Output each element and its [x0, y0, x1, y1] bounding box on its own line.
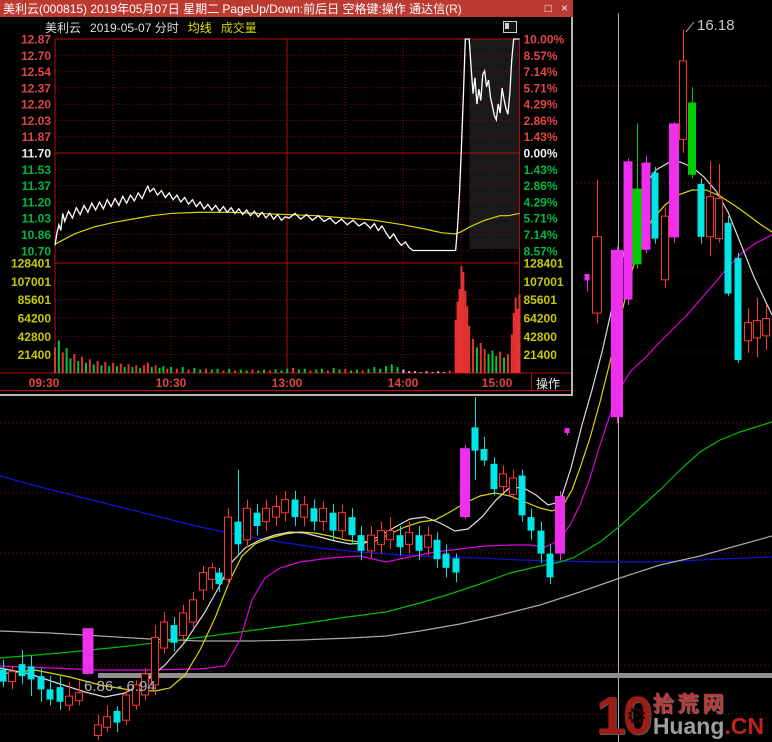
svg-text:85601: 85601 [18, 293, 52, 307]
maximize-button[interactable]: □ [545, 1, 552, 16]
svg-text:5.71%: 5.71% [524, 212, 558, 226]
svg-text:64200: 64200 [524, 312, 558, 326]
avg-line-toggle[interactable]: 均线 [188, 19, 212, 36]
gear-icon: ⚙ [625, 703, 648, 730]
svg-text:0.00%: 0.00% [524, 147, 558, 161]
svg-text:107001: 107001 [11, 275, 51, 289]
svg-text:128401: 128401 [524, 257, 564, 271]
symbol-label: 美利云 [45, 21, 82, 35]
svg-text:11.53: 11.53 [22, 163, 52, 177]
svg-text:13:00: 13:00 [272, 376, 303, 390]
restore-window-icon-fill [505, 23, 509, 29]
svg-text:12.20: 12.20 [21, 98, 51, 112]
intraday-chart[interactable]: 12.8712.7012.5412.3712.2012.0311.8711.70… [0, 0, 772, 742]
svg-text:10.00%: 10.00% [524, 33, 565, 47]
svg-text:21400: 21400 [524, 348, 558, 362]
gap-annotation: 6.86 - 6.94 [84, 678, 156, 695]
watermark-domain: Huang [652, 713, 725, 740]
svg-text:11.70: 11.70 [22, 147, 52, 161]
svg-text:8.57%: 8.57% [524, 49, 558, 63]
app-root: 6.86 - 6.94 12.87 12.70 12.54 12.37 12.20 12.… [0, 0, 772, 742]
svg-text:1.43%: 1.43% [524, 163, 558, 177]
svg-text:12.54: 12.54 [21, 65, 51, 79]
svg-text:4.29%: 4.29% [524, 98, 558, 112]
svg-text:4.29%: 4.29% [524, 195, 558, 209]
svg-text:12.37: 12.37 [21, 81, 51, 95]
svg-text:5.71%: 5.71% [524, 81, 558, 95]
svg-text:64200: 64200 [18, 312, 52, 326]
date-mode-label: 2019-05-07 分时 [90, 21, 179, 35]
svg-text:11.20: 11.20 [22, 195, 52, 209]
svg-text:85601: 85601 [524, 293, 558, 307]
svg-text:128401: 128401 [11, 257, 51, 271]
action-button[interactable]: 操作 [536, 375, 560, 392]
svg-text:7.14%: 7.14% [524, 65, 558, 79]
svg-text:09:30: 09:30 [29, 376, 60, 390]
watermark-domain-cn: .CN [724, 713, 764, 740]
svg-text:10.86: 10.86 [21, 228, 51, 242]
svg-text:1.43%: 1.43% [524, 130, 558, 144]
svg-text:15:00: 15:00 [482, 376, 513, 390]
svg-text:11.37: 11.37 [22, 179, 52, 193]
svg-text:2.86%: 2.86% [524, 114, 558, 128]
volume-toggle[interactable]: 成交量 [221, 19, 257, 36]
restore-window-icon[interactable] [503, 21, 517, 33]
svg-text:11.87: 11.87 [22, 130, 52, 144]
svg-text:10:30: 10:30 [156, 376, 187, 390]
svg-text:12.03: 12.03 [21, 114, 51, 128]
svg-text:42800: 42800 [18, 330, 52, 344]
svg-text:21400: 21400 [18, 348, 52, 362]
high-price-annotation: 16.18 [697, 17, 735, 34]
watermark: 10 ⚙ 拾荒网 Huang.CN [596, 689, 764, 742]
svg-text:7.14%: 7.14% [524, 228, 558, 242]
svg-text:11.03: 11.03 [22, 212, 52, 226]
svg-text:107001: 107001 [524, 275, 564, 289]
svg-text:14:00: 14:00 [388, 376, 419, 390]
svg-text:2.86%: 2.86% [524, 179, 558, 193]
svg-text:12.70: 12.70 [21, 49, 51, 63]
title-bar: 美利云(000815) 2019年05月07日 星期二 PageUp/Down:… [0, 0, 573, 17]
close-button[interactable]: × [561, 1, 568, 16]
intraday-header: 美利云 2019-05-07 分时 均线 成交量 [45, 19, 257, 36]
window-title: 美利云(000815) 2019年05月07日 星期二 PageUp/Down:… [3, 2, 462, 16]
svg-text:42800: 42800 [524, 330, 558, 344]
